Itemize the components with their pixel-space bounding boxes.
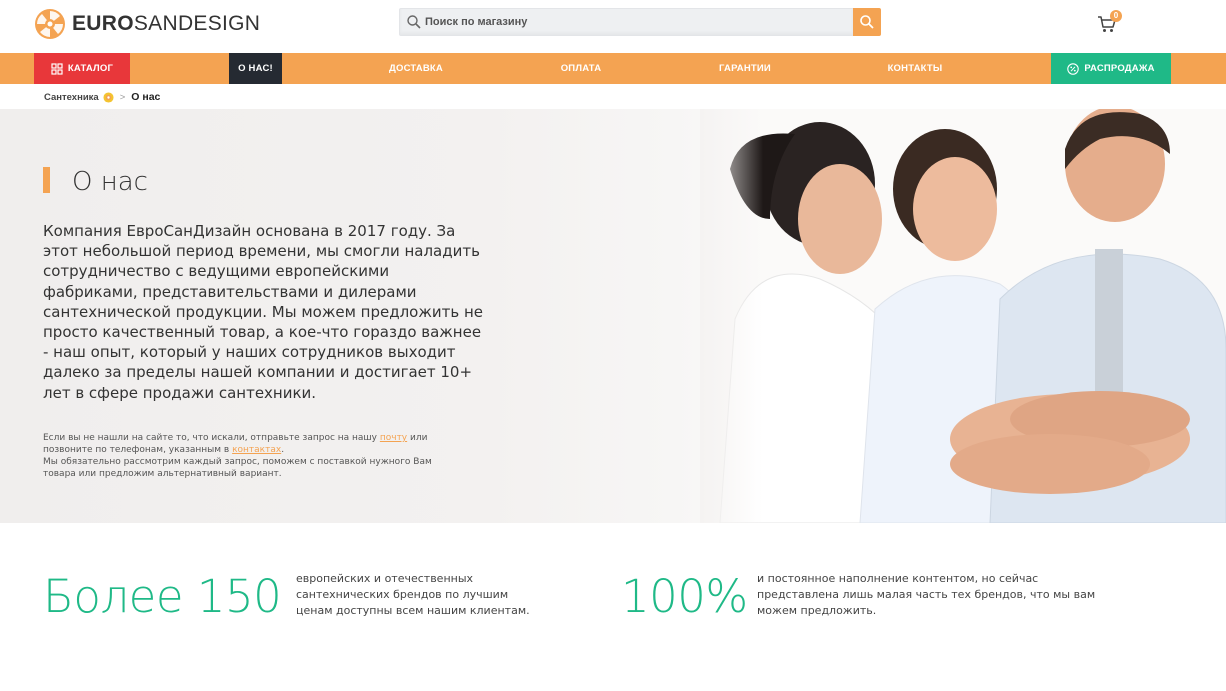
site-header: EUROSANDESIGN 0 (0, 0, 1226, 53)
breadcrumb-separator: > (119, 91, 126, 103)
about-hero: О нас Компания ЕвроСанДизайн основана в … (0, 109, 1226, 523)
breadcrumb-home[interactable]: Сантехника (44, 92, 99, 103)
nav-catalog[interactable]: Каталог (34, 53, 130, 84)
logo-swirl-icon (35, 9, 65, 39)
contact-note-text-4: Мы обязательно рассмотрим каждый запрос,… (43, 457, 432, 479)
search-bar (399, 8, 881, 36)
mail-link[interactable]: почту (380, 433, 407, 443)
page-title: О нас (72, 167, 148, 197)
search-input[interactable] (425, 16, 825, 28)
search-field (399, 8, 853, 36)
nav-delivery-label: Доставка (389, 63, 443, 74)
nav-payment[interactable]: Оплата (555, 53, 607, 84)
contacts-link[interactable]: контактах (232, 445, 281, 455)
nav-about[interactable]: О нас! (229, 53, 282, 84)
breadcrumb: Сантехника > О нас (44, 90, 160, 104)
contact-note: Если вы не нашли на сайте то, что искали… (43, 432, 443, 480)
team-photo (700, 109, 1226, 523)
search-button[interactable] (853, 8, 881, 36)
search-icon (407, 15, 421, 29)
nav-about-label: О нас! (238, 63, 273, 74)
percent-icon (1067, 62, 1080, 75)
contact-note-text-1: Если вы не нашли на сайте то, что искали… (43, 433, 377, 443)
nav-delivery[interactable]: Доставка (384, 53, 448, 84)
nav-sale-label: Распродажа (1084, 63, 1155, 74)
stat-brands-number: Более 150 (43, 570, 282, 623)
nav-contacts[interactable]: Контакты (882, 53, 948, 84)
cart-button[interactable]: 0 (1097, 10, 1125, 35)
sun-icon (103, 91, 114, 103)
nav-catalog-label: Каталог (67, 63, 114, 74)
logo-text: EUROSANDESIGN (72, 12, 261, 35)
search-submit-icon (860, 15, 874, 29)
cart-count-badge: 0 (1110, 10, 1122, 22)
stat-brands-text: европейских и отечественных сантехническ… (296, 572, 530, 617)
stat-percent-number: 100% (621, 570, 748, 623)
breadcrumb-current: О нас (131, 91, 161, 103)
about-description: Компания ЕвроСанДизайн основана в 2017 г… (43, 222, 484, 402)
title-accent-bar (43, 167, 50, 193)
nav-contacts-label: Контакты (887, 63, 943, 74)
contact-note-text-3: . (281, 445, 285, 455)
nav-payment-label: Оплата (560, 63, 602, 74)
nav-guarantee[interactable]: Гарантии (714, 53, 776, 84)
stat-percent-text: и постоянное наполнение контентом, но се… (757, 572, 1096, 617)
nav-guarantee-label: Гарантии (719, 63, 771, 74)
catalog-icon (51, 62, 63, 75)
nav-sale[interactable]: Распродажа (1051, 53, 1171, 84)
site-logo[interactable]: EUROSANDESIGN (34, 8, 260, 40)
main-nav: Каталог О нас! Доставка Оплата Гарантии … (0, 53, 1226, 84)
